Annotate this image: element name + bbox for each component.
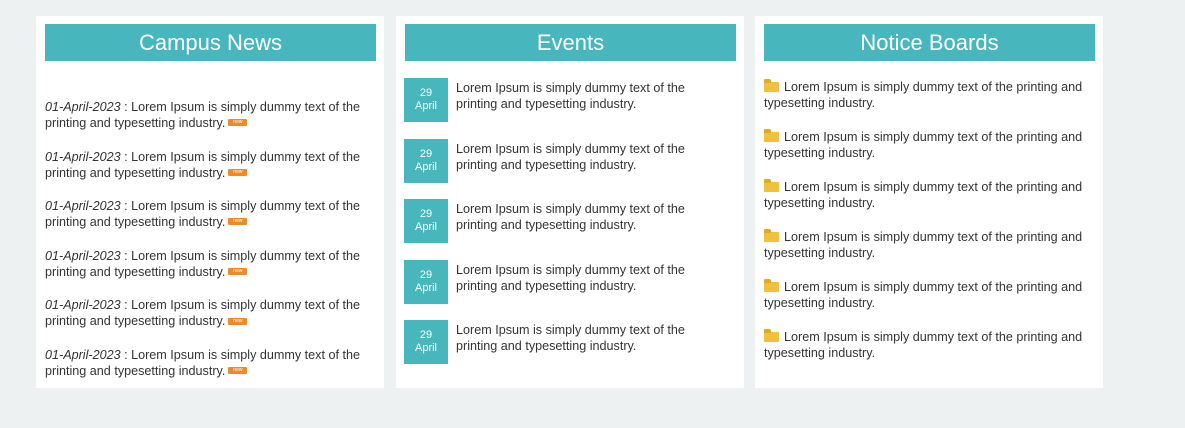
event-text: Lorem Ipsum is simply dummy text of the … [456,202,685,233]
news-item[interactable]: 01-April-2023 : Lorem Ipsum is simply du… [45,99,375,149]
event-item[interactable]: 29 April Lorem Ipsum is simply dummy tex… [404,320,736,381]
news-item[interactable]: 01-April-2023 : Lorem Ipsum is simply du… [45,149,375,199]
notice-item[interactable]: Lorem Ipsum is simply dummy text of the … [764,179,1094,229]
event-date-badge: 29 April [404,259,448,304]
event-text: Lorem Ipsum is simply dummy text of the … [456,141,685,172]
news-date: 01-April-2023 [45,100,121,114]
event-date-badge: 29 April [404,78,448,122]
news-item[interactable]: 01-April-2023 : Lorem Ipsum is simply du… [45,248,375,298]
notice-boards-panel: Notice Boards Lorem Ipsum is simply dumm… [755,16,1103,388]
event-month: April [414,281,437,294]
event-month: April [414,160,437,173]
event-month: April [414,221,437,234]
notice-item[interactable]: Lorem Ipsum is simply dummy text of the … [764,229,1094,279]
notice-text: Lorem Ipsum is simply dummy text of the … [764,80,1083,110]
news-date: 01-April-2023 [45,199,121,214]
event-day: 29 [419,268,433,281]
news-list: 01-April-2023 : Lorem Ipsum is simply du… [45,99,375,388]
folder-icon [764,79,779,92]
new-badge: new [228,168,248,176]
event-day: 29 [419,147,433,160]
notice-boards-title: Notice Boards [764,24,1095,61]
event-day: 29 [419,329,433,342]
new-badge: new [228,218,248,226]
event-item[interactable]: 29 April Lorem Ipsum is simply dummy tex… [404,138,736,200]
event-text: Lorem Ipsum is simply dummy text of the … [456,323,685,354]
event-text: Lorem Ipsum is simply dummy text of the … [456,81,685,111]
event-day: 29 [419,87,433,99]
news-date: 01-April-2023 [45,298,121,313]
folder-icon [764,129,779,142]
new-badge: new [228,367,248,375]
event-item[interactable]: 29 April Lorem Ipsum is simply dummy tex… [404,199,736,260]
campus-news-title: Campus News [45,24,376,61]
notice-item[interactable]: Lorem Ipsum is simply dummy text of the … [764,279,1094,329]
news-date: 01-April-2023 [45,347,121,362]
campus-news-panel: Campus News 01-April-2023 : Lorem Ipsum … [36,16,384,388]
news-item[interactable]: 01-April-2023 : Lorem Ipsum is simply du… [45,347,375,388]
event-item[interactable]: 29 April Lorem Ipsum is simply dummy tex… [404,78,736,139]
news-date: 01-April-2023 [45,149,121,164]
notice-item[interactable]: Lorem Ipsum is simply dummy text of the … [764,129,1094,179]
events-panel: Events 29 April Lorem Ipsum is simply du… [396,16,744,388]
event-day: 29 [419,208,433,221]
notice-text: Lorem Ipsum is simply dummy text of the … [764,180,1083,210]
event-text: Lorem Ipsum is simply dummy text of the … [456,262,685,293]
event-item[interactable]: 29 April Lorem Ipsum is simply dummy tex… [404,259,736,321]
folder-icon [764,179,779,192]
events-list: 29 April Lorem Ipsum is simply dummy tex… [404,78,736,381]
new-badge: new [228,267,248,275]
news-date: 01-April-2023 [45,248,121,263]
event-month: April [414,342,437,355]
events-title: Events [405,24,736,61]
notice-text: Lorem Ipsum is simply dummy text of the … [764,330,1083,360]
news-item[interactable]: 01-April-2023 : Lorem Ipsum is simply du… [45,198,375,248]
notice-item[interactable]: Lorem Ipsum is simply dummy text of the … [764,79,1094,129]
notice-item[interactable]: Lorem Ipsum is simply dummy text of the … [764,329,1094,379]
notice-text: Lorem Ipsum is simply dummy text of the … [764,230,1083,260]
new-badge: new [228,119,248,127]
event-month: April [414,100,437,112]
event-date-badge: 29 April [404,320,448,365]
notice-text: Lorem Ipsum is simply dummy text of the … [764,130,1083,160]
folder-icon [764,329,779,342]
new-badge: new [228,317,248,325]
event-date-badge: 29 April [404,138,448,183]
news-item[interactable]: 01-April-2023 : Lorem Ipsum is simply du… [45,297,375,347]
folder-icon [764,279,779,292]
event-date-badge: 29 April [404,199,448,244]
folder-icon [764,229,779,242]
notices-list: Lorem Ipsum is simply dummy text of the … [764,79,1094,379]
notice-text: Lorem Ipsum is simply dummy text of the … [764,280,1083,310]
